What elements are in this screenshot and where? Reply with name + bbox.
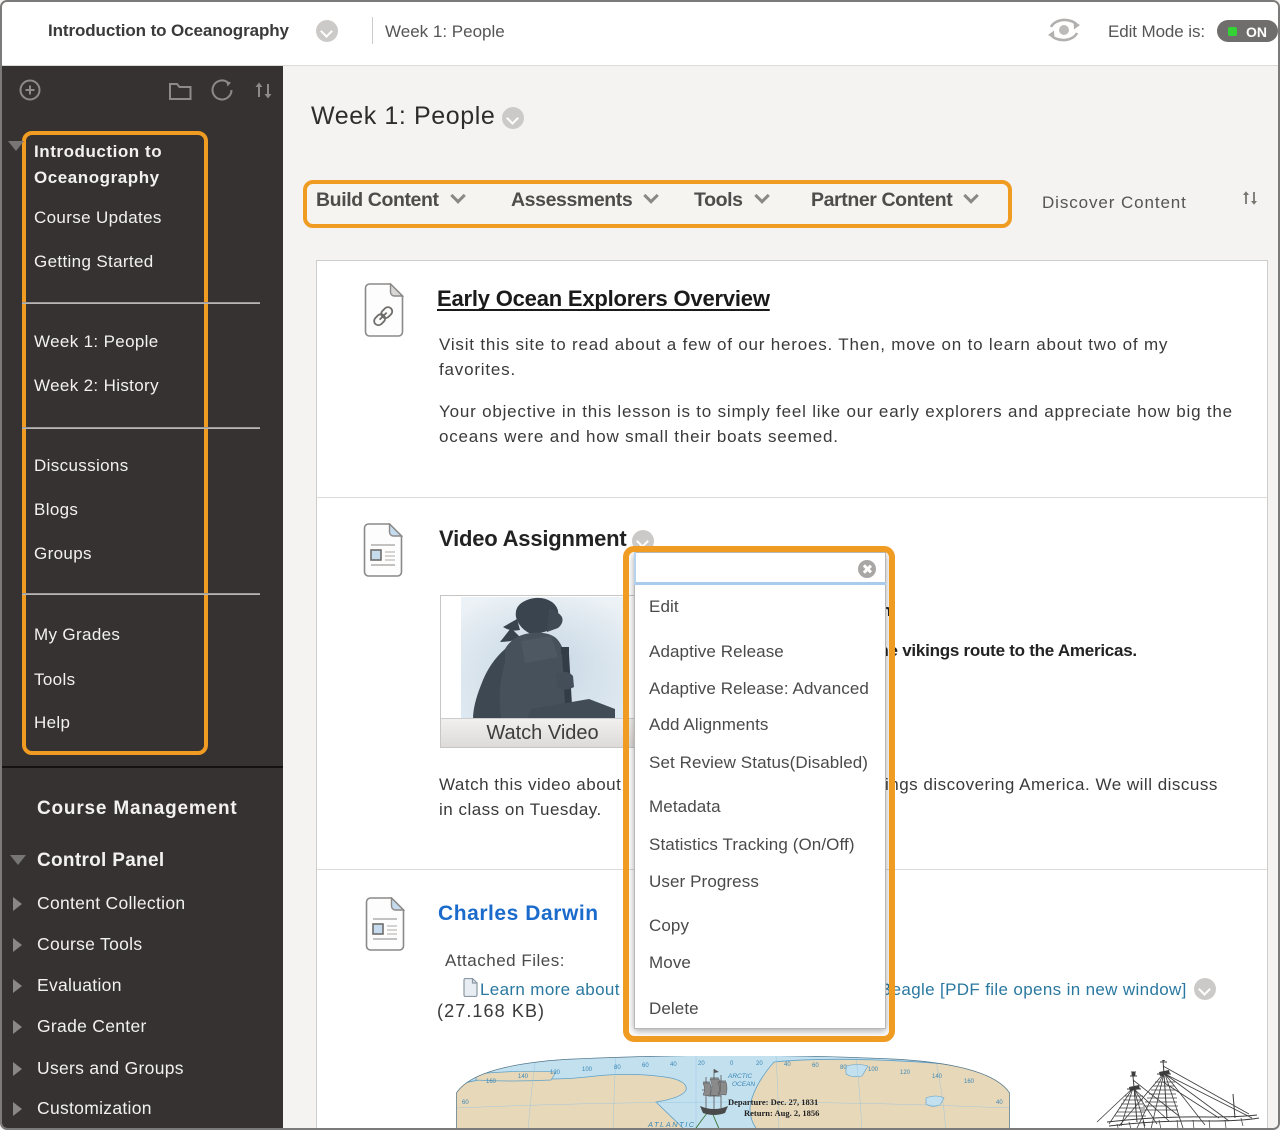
svg-text:40: 40 [784,1062,791,1068]
svg-text:100: 100 [868,1067,879,1073]
svg-text:120: 120 [900,1070,911,1076]
svg-text:140: 140 [518,1074,529,1080]
svg-text:160: 160 [486,1079,497,1085]
svg-text:60: 60 [462,1100,469,1106]
svg-text:Departure: Dec. 27, 1831: Departure: Dec. 27, 1831 [728,1097,818,1107]
svg-text:40: 40 [996,1100,1003,1106]
svg-text:40: 40 [670,1062,677,1068]
svg-text:120: 120 [550,1070,561,1076]
svg-text:ATLANTIC: ATLANTIC [647,1120,696,1129]
svg-text:100: 100 [582,1067,593,1073]
svg-text:80: 80 [840,1065,847,1071]
svg-text:160: 160 [964,1079,975,1085]
svg-text:Return: Aug. 2, 1856: Return: Aug. 2, 1856 [744,1108,819,1118]
svg-text:OCEAN: OCEAN [732,1081,755,1088]
svg-text:ARCTIC: ARCTIC [727,1073,753,1080]
svg-text:80: 80 [614,1065,621,1071]
svg-text:20: 20 [756,1061,763,1067]
svg-text:20: 20 [698,1061,705,1067]
svg-text:60: 60 [642,1063,649,1069]
svg-text:140: 140 [932,1074,943,1080]
svg-text:60: 60 [812,1063,819,1069]
